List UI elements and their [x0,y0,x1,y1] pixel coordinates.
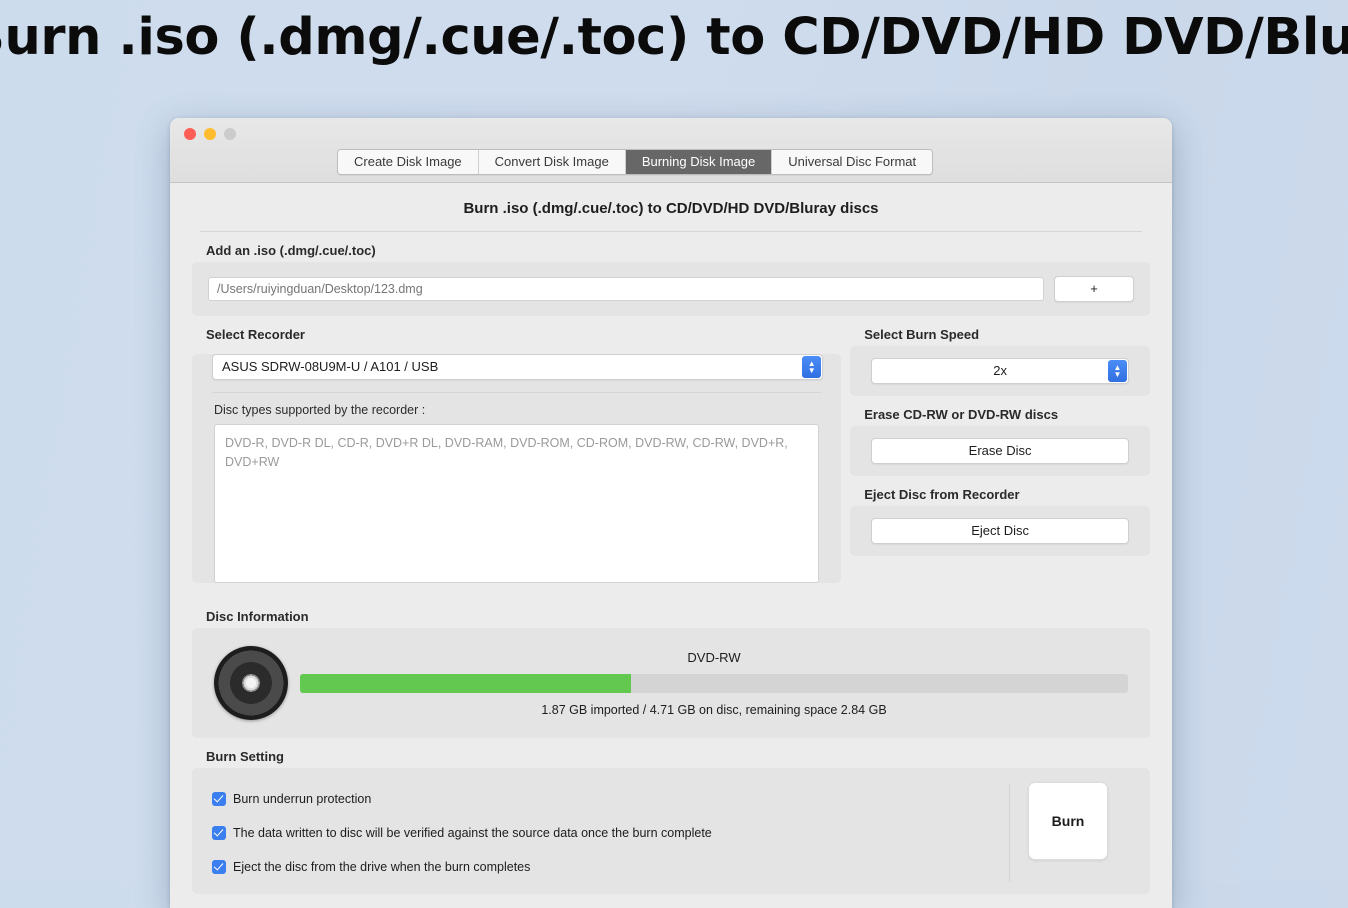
tab-convert-disk-image[interactable]: Convert Disk Image [478,150,626,174]
disc-usage-progressbar-fill [300,673,632,693]
disc-usage-progressbar [300,673,1128,693]
disc-usage-status: 1.87 GB imported / 4.71 GB on disc, rema… [541,702,887,717]
add-iso-label: Add an .iso (.dmg/.cue/.toc) [206,243,376,258]
burn-option-label: Eject the disc from the drive when the b… [233,860,531,874]
chevron-updown-icon[interactable]: ▲ ▼ [802,356,822,378]
burn-divider [1009,784,1010,882]
disc-information-body: DVD-RW 1.87 GB imported / 4.71 GB on dis… [192,628,1150,738]
tab-bar: Create Disk Image Convert Disk Image Bur… [337,149,934,175]
disc-types-label: Disc types supported by the recorder : [214,403,426,417]
disc-information-panel: DVD-RW 1.87 GB imported / 4.71 GB on dis… [192,628,1150,738]
checkbox-burn-underrun-protection[interactable] [212,792,226,806]
disc-information-label: Disc Information [206,609,309,624]
burn-option-row[interactable]: Eject the disc from the drive when the b… [212,850,999,884]
burn-speed-value: 2x [993,363,1007,378]
erase-disc-button[interactable]: Erase Disc [871,438,1129,464]
burn-button[interactable]: Burn [1028,782,1108,860]
burn-option-row[interactable]: Burn underrun protection [212,782,999,816]
recorder-panel: ASUS SDRW-08U9M-U / A101 / USB ▲ ▼ Disc t… [192,354,842,583]
erase-panel: Erase Disc [850,426,1150,476]
burn-speed-panel: 2x ▲ ▼ [850,346,1150,396]
burn-option-row[interactable]: The data written to disc will be verifie… [212,816,999,850]
tab-burning-disk-image[interactable]: Burning Disk Image [625,150,773,174]
disc-details: DVD-RW 1.87 GB imported / 4.71 GB on dis… [300,650,1128,717]
options-column: Select Burn Speed 2x ▲ ▼ Erase CD-RW or D… [850,316,1150,556]
minimize-button-icon[interactable] [204,128,216,140]
chevron-updown-icon[interactable]: ▲ ▼ [1108,360,1127,382]
recorder-divider [212,392,822,393]
checkbox-eject-after-burn[interactable] [212,860,226,874]
add-iso-panel: + [192,262,1150,316]
recorder-select-value: ASUS SDRW-08U9M-U / A101 / USB [222,359,439,374]
overlay-caption: Burn .iso (.dmg/.cue/.toc) to CD/DVD/HD … [0,8,1348,67]
recorder-and-options-columns: Select Recorder ASUS SDRW-08U9M-U / A101… [192,316,1150,598]
erase-label: Erase CD-RW or DVD-RW discs [864,407,1059,422]
window-content: Burn .iso (.dmg/.cue/.toc) to CD/DVD/HD … [170,183,1172,894]
burn-option-label: Burn underrun protection [233,792,372,806]
eject-disc-button[interactable]: Eject Disc [871,518,1129,544]
app-window: Create Disk Image Convert Disk Image Bur… [170,118,1172,908]
window-title-bar: Create Disk Image Convert Disk Image Bur… [170,118,1172,183]
add-file-button[interactable]: + [1054,276,1134,302]
burn-setting-panel: Burn underrun protection The data writte… [192,768,1150,894]
eject-panel: Eject Disc [850,506,1150,556]
file-row: + [192,262,1150,316]
burn-button-wrap: Burn [1028,782,1150,884]
traffic-lights [184,128,236,140]
disc-icon [214,646,288,720]
select-recorder-label: Select Recorder [206,327,305,342]
eject-label: Eject Disc from Recorder [864,487,1020,502]
zoom-button-icon[interactable] [224,128,236,140]
page-title: Burn .iso (.dmg/.cue/.toc) to CD/DVD/HD … [463,200,879,217]
disc-types-listbox: DVD-R, DVD-R DL, CD-R, DVD+R DL, DVD-RAM… [214,424,820,583]
tab-universal-disc-format[interactable]: Universal Disc Format [772,150,933,174]
recorder-select[interactable]: ASUS SDRW-08U9M-U / A101 / USB ▲ ▼ [212,354,824,380]
burn-speed-select[interactable]: 2x ▲ ▼ [871,358,1129,384]
disc-type-label: DVD-RW [687,649,741,665]
burn-setting-body: Burn underrun protection The data writte… [192,768,1150,894]
title-divider [200,231,1142,232]
iso-path-input[interactable] [208,277,1044,301]
tab-create-disk-image[interactable]: Create Disk Image [338,150,479,174]
burn-option-label: The data written to disc will be verifie… [233,826,712,840]
burn-setting-label: Burn Setting [206,749,284,764]
recorder-column: Select Recorder ASUS SDRW-08U9M-U / A101… [192,316,842,598]
burn-options-list: Burn underrun protection The data writte… [192,782,999,884]
burn-speed-label: Select Burn Speed [864,327,980,342]
checkbox-verify-data[interactable] [212,826,226,840]
close-button-icon[interactable] [184,128,196,140]
